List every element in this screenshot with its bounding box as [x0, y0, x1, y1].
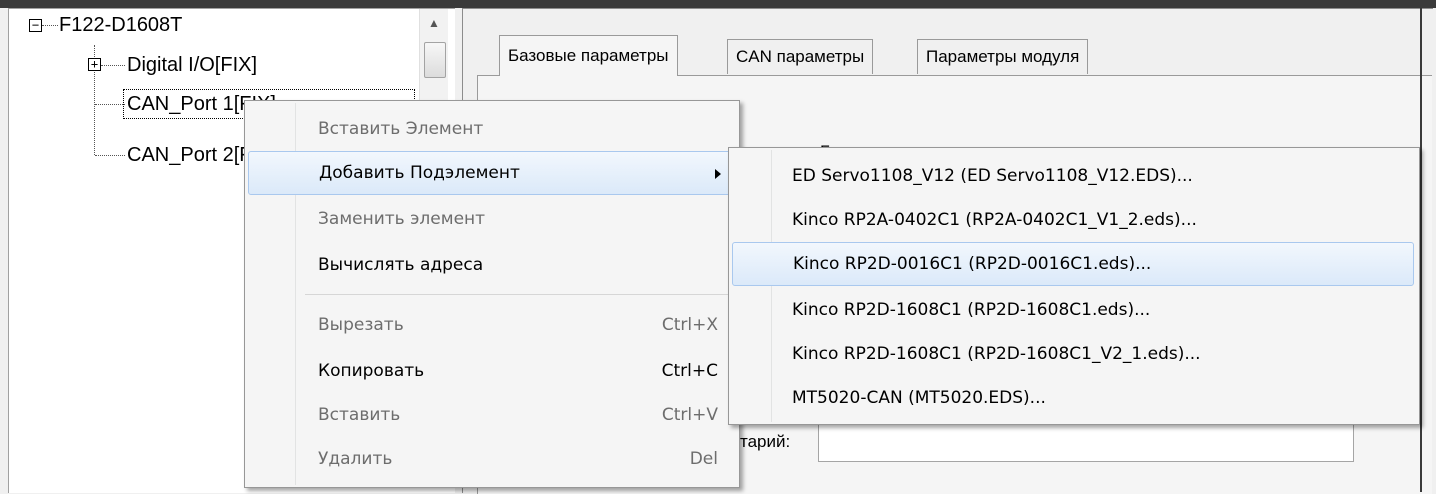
menu-item-label: Вычислять адреса [318, 255, 484, 275]
scroll-up-arrow-icon[interactable]: ▲ [420, 9, 448, 37]
tab-basic-parameters[interactable]: Базовые параметры [499, 35, 678, 76]
menu-item-insert-element[interactable]: Вставить Элемент [248, 107, 734, 151]
menu-item-label: Вырезать [318, 315, 404, 335]
menu-item-shortcut: Ctrl+V [661, 405, 718, 425]
comment-label: тарий: [740, 432, 791, 451]
menu-item-add-subelement[interactable]: Добавить Подэлемент [248, 151, 734, 195]
submenu-item-rp2a-0402c1[interactable]: Kinco RP2A-0402C1 (RP2A-0402C1_V1_2.eds)… [732, 198, 1414, 242]
scroll-thumb[interactable] [424, 42, 446, 78]
application-window: − F122-D1608T + Digital I/O[FIX] CAN_Por… [0, 0, 1436, 494]
menu-separator [305, 294, 733, 295]
expand-toggle-icon[interactable]: + [88, 58, 101, 71]
menu-item-label: Добавить Подэлемент [319, 163, 520, 183]
context-menu: Вставить Элемент Добавить Подэлемент Зам… [244, 100, 740, 488]
tree-root-node[interactable]: F122-D1608T [59, 11, 182, 39]
submenu-item-ed-servo[interactable]: ED Servo1108_V12 (ED Servo1108_V12.EDS).… [732, 154, 1414, 198]
menu-item-label: Заменить элемент [318, 209, 486, 229]
submenu-item-mt5020-can[interactable]: MT5020-CAN (MT5020.EDS)... [732, 376, 1414, 420]
submenu-item-label: ED Servo1108_V12 (ED Servo1108_V12.EDS).… [792, 166, 1193, 186]
tree-node-digital-io[interactable]: Digital I/O[FIX] [127, 51, 257, 79]
tree-connector [101, 65, 125, 66]
submenu-item-label: Kinco RP2A-0402C1 (RP2A-0402C1_V1_2.eds)… [792, 210, 1197, 230]
window-right-border [1420, 8, 1422, 492]
menu-item-replace-element[interactable]: Заменить элемент [248, 197, 734, 241]
window-top-border [0, 0, 1436, 8]
submenu-item-label: Kinco RP2D-1608C1 (RP2D-1608C1_V2_1.eds)… [792, 344, 1201, 364]
collapse-toggle-icon[interactable]: − [29, 19, 42, 32]
menu-item-label: Вставить Элемент [318, 119, 484, 139]
menu-item-copy[interactable]: Копировать Ctrl+C [248, 349, 734, 393]
tab-can-parameters[interactable]: CAN параметры [727, 39, 874, 74]
submenu-arrow-icon [715, 169, 721, 179]
menu-item-label: Копировать [318, 361, 425, 381]
add-subelement-submenu: ED Servo1108_V12 (ED Servo1108_V12.EDS).… [728, 147, 1420, 425]
submenu-item-rp2d-0016c1[interactable]: Kinco RP2D-0016C1 (RP2D-0016C1.eds)... [732, 242, 1414, 286]
menu-item-shortcut: Del [689, 449, 718, 469]
menu-item-calculate-addresses[interactable]: Вычислять адреса [248, 243, 734, 287]
tree-connector [95, 155, 125, 156]
submenu-item-label: MT5020-CAN (MT5020.EDS)... [792, 388, 1046, 408]
submenu-item-label: Kinco RP2D-1608C1 (RP2D-1608C1.eds)... [792, 300, 1151, 320]
tree-connector [42, 25, 58, 26]
menu-item-shortcut: Ctrl+C [661, 361, 718, 381]
menu-item-label: Вставить [318, 405, 401, 425]
comment-input[interactable] [818, 422, 1354, 462]
menu-item-label: Удалить [318, 449, 393, 469]
menu-item-shortcut: Ctrl+X [661, 315, 718, 335]
menu-item-delete[interactable]: Удалить Del [248, 437, 734, 481]
submenu-item-rp2d-1608c1-v2[interactable]: Kinco RP2D-1608C1 (RP2D-1608C1_V2_1.eds)… [732, 332, 1414, 376]
tree-connector [95, 104, 125, 105]
menu-item-paste[interactable]: Вставить Ctrl+V [248, 393, 734, 437]
submenu-item-rp2d-1608c1[interactable]: Kinco RP2D-1608C1 (RP2D-1608C1.eds)... [732, 288, 1414, 332]
tab-module-parameters[interactable]: Параметры модуля [917, 39, 1089, 74]
submenu-item-label: Kinco RP2D-0016C1 (RP2D-0016C1.eds)... [793, 254, 1152, 274]
menu-item-cut[interactable]: Вырезать Ctrl+X [248, 303, 734, 347]
